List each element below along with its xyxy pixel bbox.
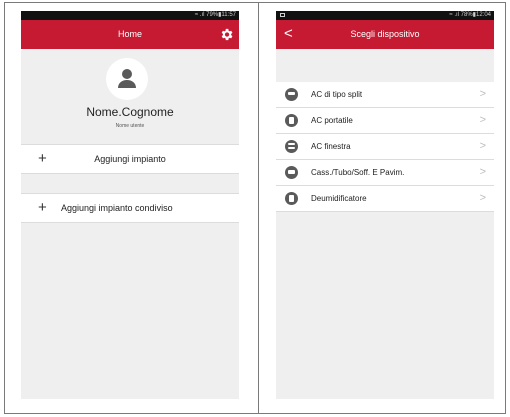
- add-plant-label: Aggiungi impianto: [94, 154, 166, 164]
- device-label: AC portatile: [311, 116, 353, 125]
- device-label: Deumidificatore: [311, 194, 367, 203]
- page-title: Scegli dispositivo: [350, 29, 420, 39]
- dehumidifier-icon: [285, 192, 298, 205]
- gear-icon[interactable]: [219, 27, 234, 42]
- chevron-right-icon: >: [479, 192, 486, 204]
- list-item-window-ac[interactable]: AC finestra >: [276, 134, 494, 160]
- home-screen: ≈ .ıl 79%▮11:57 Home Nome.Cognome Nome u…: [21, 11, 239, 399]
- status-bar: ≈ .ıl 79%▮11:57: [21, 11, 239, 20]
- portable-ac-icon: [285, 114, 298, 127]
- user-icon: [118, 69, 136, 88]
- add-shared-plant-button[interactable]: + Aggiungi impianto condiviso: [21, 193, 239, 223]
- status-text: ≈ .ıl 78%▮12:04: [449, 12, 491, 18]
- window-ac-icon: [285, 140, 298, 153]
- profile-section: Nome.Cognome Nome utente: [21, 49, 239, 143]
- cassette-ac-icon: [285, 166, 298, 179]
- chevron-right-icon: >: [479, 114, 486, 126]
- user-name: Nome.Cognome: [86, 105, 174, 119]
- page-title: Home: [117, 29, 142, 39]
- add-shared-plant-label: Aggiungi impianto condiviso: [61, 203, 173, 213]
- list-item-portable-ac[interactable]: AC portatile >: [276, 108, 494, 134]
- status-text: ≈ .ıl 79%▮11:57: [194, 12, 236, 18]
- split-ac-icon: [285, 88, 298, 101]
- device-chooser-screen: ≈ .ıl 78%▮12:04 < Scegli dispositivo AC …: [276, 11, 494, 399]
- chevron-right-icon: >: [479, 140, 486, 152]
- app-bar: < Scegli dispositivo: [276, 20, 494, 49]
- notification-icon: [280, 13, 285, 17]
- figure-divider: [258, 2, 259, 414]
- app-bar: Home: [21, 20, 239, 49]
- device-label: Cass./Tubo/Soff. E Pavim.: [311, 168, 405, 177]
- device-label: AC finestra: [311, 142, 351, 151]
- list-item-dehumidifier[interactable]: Deumidificatore >: [276, 186, 494, 212]
- avatar[interactable]: [106, 58, 148, 100]
- user-caption: Nome utente: [115, 123, 145, 129]
- plus-icon: +: [38, 199, 47, 216]
- list-item-cassette-ac[interactable]: Cass./Tubo/Soff. E Pavim. >: [276, 160, 494, 186]
- device-label: AC di tipo split: [311, 90, 363, 99]
- status-bar: ≈ .ıl 78%▮12:04: [276, 11, 494, 20]
- add-plant-button[interactable]: + Aggiungi impianto: [21, 144, 239, 174]
- chevron-right-icon: >: [479, 88, 486, 100]
- device-list: AC di tipo split > AC portatile > AC fin…: [276, 82, 494, 212]
- chevron-right-icon: >: [479, 166, 486, 178]
- list-item-split-ac[interactable]: AC di tipo split >: [276, 82, 494, 108]
